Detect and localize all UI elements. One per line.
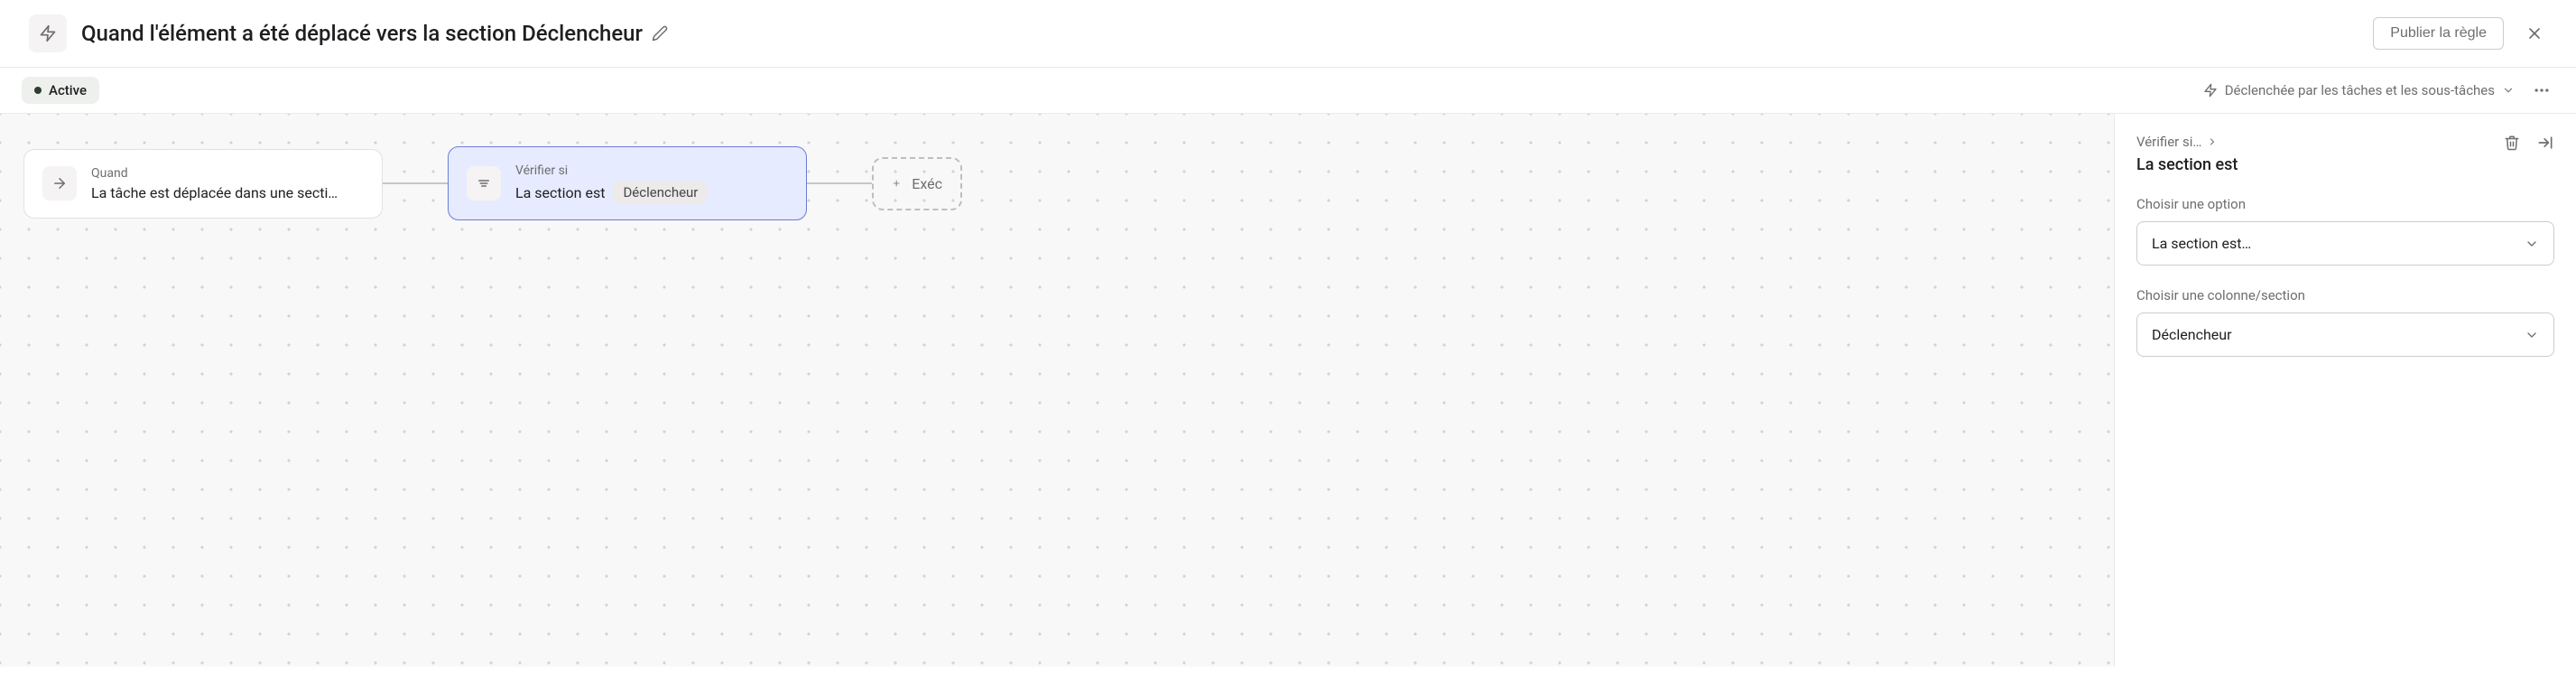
plus-icon — [892, 175, 901, 191]
card-body: Quand La tâche est déplacée dans une sec… — [91, 166, 338, 201]
filter-icon — [467, 166, 501, 200]
add-action-button[interactable]: Exéc — [872, 157, 962, 210]
card-text: La section est Déclencheur — [515, 182, 707, 203]
trigger-dropdown[interactable]: Déclenchée par les tâches et les sous-tâ… — [2203, 82, 2515, 98]
breadcrumb-text: Vérifier si… — [2136, 134, 2201, 150]
add-label: Exéc — [912, 175, 942, 192]
status-badge[interactable]: Active — [22, 77, 99, 104]
option-select[interactable]: La section est… — [2136, 221, 2554, 266]
status-right: Déclenchée par les tâches et les sous-tâ… — [2203, 78, 2554, 103]
chevron-right-icon — [2207, 136, 2218, 147]
close-icon[interactable] — [2522, 21, 2547, 46]
details-panel: Vérifier si… La section est Choisir une … — [2114, 114, 2576, 667]
select-value: La section est… — [2152, 235, 2251, 252]
field-label: Choisir une option — [2136, 196, 2554, 212]
panel-header: Vérifier si… La section est — [2136, 134, 2554, 174]
status-dot-icon — [34, 87, 42, 94]
field-label: Choisir une colonne/section — [2136, 287, 2554, 303]
status-bar: Active Déclenchée par les tâches et les … — [0, 68, 2576, 114]
collapse-icon[interactable] — [2536, 134, 2554, 152]
page-title: Quand l'élément a été déplacé vers la se… — [81, 21, 643, 46]
select-value: Déclencheur — [2152, 326, 2231, 343]
breadcrumb[interactable]: Vérifier si… — [2136, 134, 2238, 150]
header-left: Quand l'élément a été déplacé vers la se… — [29, 14, 668, 52]
column-field: Choisir une colonne/section Déclencheur — [2136, 287, 2554, 357]
more-menu-icon[interactable] — [2529, 78, 2554, 103]
bolt-small-icon — [2203, 83, 2218, 98]
card-text: La tâche est déplacée dans une secti… — [91, 184, 338, 201]
status-label: Active — [49, 82, 87, 98]
publish-button[interactable]: Publier la règle — [2373, 17, 2504, 50]
flow-row: Quand La tâche est déplacée dans une sec… — [23, 146, 962, 220]
chevron-down-icon — [2525, 328, 2539, 342]
header-right: Publier la règle — [2373, 17, 2547, 50]
panel-title: La section est — [2136, 155, 2238, 174]
card-label: Quand — [91, 166, 338, 181]
column-select[interactable]: Déclencheur — [2136, 312, 2554, 357]
connector-line — [807, 182, 872, 184]
chevron-down-icon — [2525, 237, 2539, 251]
trigger-label: Déclenchée par les tâches et les sous-tâ… — [2225, 82, 2495, 98]
delete-icon[interactable] — [2504, 135, 2520, 151]
bolt-icon — [29, 14, 67, 52]
option-field: Choisir une option La section est… — [2136, 196, 2554, 266]
card-label: Vérifier si — [515, 163, 707, 178]
canvas: Quand La tâche est déplacée dans une sec… — [0, 114, 2576, 667]
header: Quand l'élément a été déplacé vers la se… — [0, 0, 2576, 68]
card-body: Vérifier si La section est Déclencheur — [515, 163, 707, 203]
condition-card[interactable]: Vérifier si La section est Déclencheur — [448, 146, 807, 220]
arrow-right-icon — [42, 166, 77, 200]
chevron-down-icon — [2502, 84, 2515, 97]
value-chip: Déclencheur — [614, 182, 707, 203]
trigger-card[interactable]: Quand La tâche est déplacée dans une sec… — [23, 149, 383, 219]
panel-actions — [2504, 134, 2554, 152]
card-text-prefix: La section est — [515, 184, 605, 201]
connector-line — [383, 182, 448, 184]
panel-title-block: Vérifier si… La section est — [2136, 134, 2238, 174]
edit-icon[interactable] — [652, 25, 668, 42]
title-wrap: Quand l'élément a été déplacé vers la se… — [81, 21, 668, 46]
